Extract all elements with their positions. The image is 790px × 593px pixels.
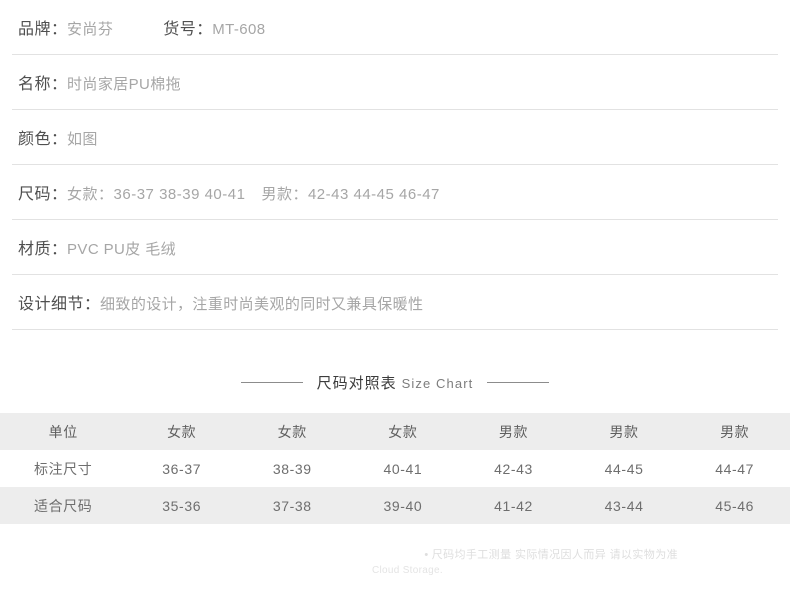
cell-fit-3: 39-40 [383,497,423,514]
table-row: 标注尺寸 36-37 38-39 40-41 42-43 44-45 44-47 [0,450,790,487]
spec-colon-color: ： [51,131,68,148]
spec-row-color: 颜色 ： 如图 [12,110,778,165]
spec-label-brand: 品牌 [18,21,52,38]
heading-rule-left [240,382,303,383]
spec-label-size: 尺码 [18,186,52,203]
spec-label-design-detail: 设计细节 [18,296,85,313]
spec-value-size-women: 女款：36-37 38-39 40-41 [67,186,246,203]
spec-label-material: 材质 [18,241,52,258]
heading-title-en: Size Chart [401,376,474,391]
cell-marked-4: 42-43 [494,460,533,477]
spec-row-design-detail: 设计细节 ： 细致的设计，注重时尚美观的同时又兼具保暖性 [12,275,778,330]
spec-value-name: 时尚家居PU棉拖 [67,76,182,93]
cell-marked-2: 38-39 [272,460,312,477]
cell-fit-1: 35-36 [162,497,202,514]
size-chart-table: 单位 女款 女款 女款 男款 男款 男款 标注尺寸 36-37 38-39 40… [0,413,790,524]
product-spec-list: 品牌 ： 安尚芬 货号 ： MT-608 名称 ： 时尚家居PU棉拖 颜色 ： … [0,0,790,330]
spec-value-material: PVC PU皮 毛绒 [67,241,177,258]
cell-marked-5: 44-45 [604,460,644,477]
header-cell-3: 女款 [388,423,418,440]
spec-row-material: 材质 ： PVC PU皮 毛绒 [12,220,778,275]
table-row: 适合尺码 35-36 37-38 39-40 41-42 43-44 45-46 [0,487,790,524]
material-pair: 材质 ： PVC PU皮 毛绒 [18,235,176,259]
size-pair: 尺码 ： 女款：36-37 38-39 40-41 男款：42-43 44-45… [18,180,440,204]
header-cell-4: 男款 [498,423,529,440]
watermark-label: Cloud Storage. [372,565,443,576]
spec-row-name: 名称 ： 时尚家居PU棉拖 [12,55,778,110]
heading-text: 尺码对照表 Size Chart [317,372,474,393]
spec-colon-size: ： [51,186,68,203]
header-cell-1: 女款 [167,423,197,440]
spec-label-item-number: 货号 [163,21,197,38]
bullet-icon: • [424,549,429,561]
cell-marked-3: 40-41 [383,460,423,477]
spec-label-name: 名称 [18,76,52,93]
cell-marked-1: 36-37 [162,460,202,477]
measurement-disclaimer: • 尺码均手工测量 实际情况因人而异 请以实物为准 [0,546,790,562]
name-pair: 名称 ： 时尚家居PU棉拖 [18,70,181,94]
spec-colon-item-number: ： [196,21,213,38]
disclaimer-text: 尺码均手工测量 实际情况因人而异 请以实物为准 [431,549,678,561]
brand-pair: 品牌 ： 安尚芬 [18,15,113,39]
cell-fit-2: 37-38 [272,497,312,514]
cell-fit-4: 41-42 [494,497,533,514]
spec-row-size: 尺码 ： 女款：36-37 38-39 40-41 男款：42-43 44-45… [12,165,778,220]
spec-colon-brand: ： [51,21,68,38]
header-cell-6: 男款 [720,423,750,440]
heading-title-cn: 尺码对照表 [316,375,397,392]
spec-row-brand: 品牌 ： 安尚芬 货号 ： MT-608 [12,0,778,55]
spec-label-color: 颜色 [18,131,52,148]
heading-rule-right [487,382,550,383]
row-label-fit-size: 适合尺码 [33,497,93,514]
spec-colon-design-detail: ： [84,296,101,313]
header-cell-5: 男款 [609,423,639,440]
table-header-row: 单位 女款 女款 女款 男款 男款 男款 [0,413,790,450]
spec-colon-name: ： [51,76,68,93]
size-chart-thead: 单位 女款 女款 女款 男款 男款 男款 [0,413,790,450]
color-pair: 颜色 ： 如图 [18,125,98,149]
spec-value-brand: 安尚芬 [67,21,114,38]
spec-colon-material: ： [51,241,68,258]
spec-value-size-men: 男款：42-43 44-45 46-47 [261,186,440,203]
spec-value-design-detail: 细致的设计，注重时尚美观的同时又兼具保暖性 [100,296,424,313]
spec-value-item-number: MT-608 [212,21,266,38]
header-cell-2: 女款 [277,423,307,440]
cell-marked-6: 44-47 [715,460,755,477]
row-label-marked-size: 标注尺寸 [33,460,93,477]
design-detail-pair: 设计细节 ： 细致的设计，注重时尚美观的同时又兼具保暖性 [18,290,423,314]
size-chart-tbody: 标注尺寸 36-37 38-39 40-41 42-43 44-45 44-47… [0,450,790,524]
size-chart-heading: 尺码对照表 Size Chart [0,372,790,393]
cell-fit-6: 45-46 [715,497,755,514]
cell-fit-5: 43-44 [604,497,644,514]
item-number-pair: 货号 ： MT-608 [163,15,265,39]
spec-value-color: 如图 [67,131,98,148]
header-cell-unit: 单位 [48,423,78,440]
